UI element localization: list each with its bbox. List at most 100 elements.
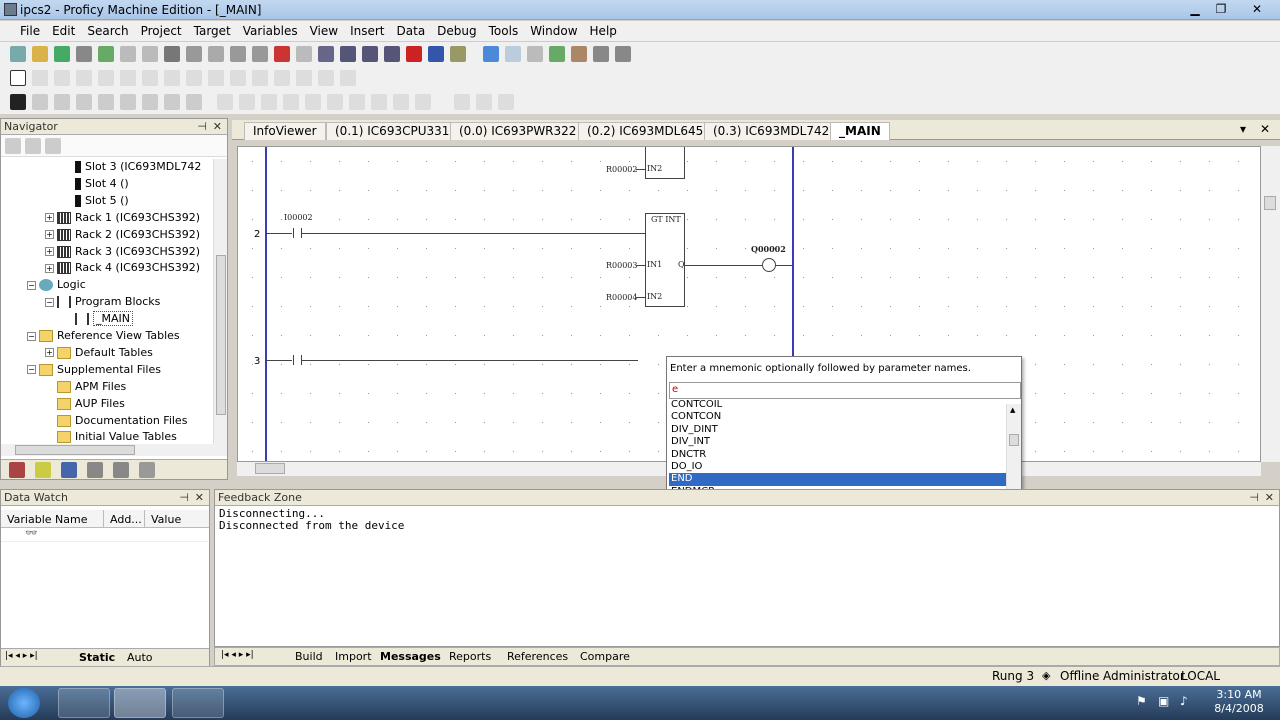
tab-mdl742[interactable]: (0.3) IC693MDL742 bbox=[704, 122, 839, 140]
menu-data[interactable]: Data bbox=[391, 21, 432, 38]
menu-debug[interactable]: Debug bbox=[431, 21, 482, 38]
navigator-vscroll[interactable] bbox=[213, 159, 227, 444]
pause-icon[interactable] bbox=[142, 94, 158, 110]
menu-tools[interactable]: Tools bbox=[483, 21, 525, 38]
layout-5-icon[interactable] bbox=[305, 94, 321, 110]
layout-3-icon[interactable] bbox=[261, 94, 277, 110]
menu-variables[interactable]: Variables bbox=[237, 21, 304, 38]
expand-toggle-icon[interactable]: + bbox=[45, 247, 54, 256]
home-icon[interactable] bbox=[571, 46, 587, 62]
redo-icon[interactable] bbox=[252, 46, 268, 62]
export-icon[interactable] bbox=[142, 46, 158, 62]
copy-icon[interactable] bbox=[186, 46, 202, 62]
tab-static[interactable]: Static bbox=[79, 651, 115, 664]
tree-item[interactable]: Initial Value Tables bbox=[57, 429, 177, 444]
tree-item[interactable]: + Rack 1 (IC693CHS392) bbox=[45, 210, 200, 226]
expand-toggle-icon[interactable]: − bbox=[27, 280, 36, 290]
mnemonic-option[interactable]: CONTCOIL bbox=[669, 399, 1006, 411]
layout-10-icon[interactable] bbox=[415, 94, 431, 110]
coil-icon[interactable] bbox=[76, 70, 92, 86]
in1-operand[interactable]: R00003 bbox=[606, 261, 637, 270]
col-value[interactable]: Value bbox=[144, 510, 181, 528]
tree-item[interactable]: Documentation Files bbox=[57, 413, 187, 429]
branch-icon[interactable] bbox=[318, 70, 334, 86]
tree-item[interactable]: + Default Tables bbox=[45, 345, 153, 361]
datawatch-icon[interactable] bbox=[428, 46, 444, 62]
data-watch-row[interactable]: 👓 bbox=[1, 528, 209, 542]
print-icon[interactable] bbox=[76, 46, 92, 62]
stop-plc-icon[interactable] bbox=[120, 94, 136, 110]
output-coil[interactable] bbox=[762, 258, 776, 272]
tree-item[interactable]: + Rack 4 (IC693CHS392) bbox=[45, 260, 200, 276]
find-icon[interactable] bbox=[296, 46, 312, 62]
navigator-icon[interactable] bbox=[318, 46, 334, 62]
app-icon[interactable] bbox=[4, 3, 17, 16]
layout-4-icon[interactable] bbox=[283, 94, 299, 110]
tree-item[interactable]: AUP Files bbox=[57, 396, 125, 412]
tab-import[interactable]: Import bbox=[335, 650, 372, 663]
menu-target[interactable]: Target bbox=[188, 21, 237, 38]
expand-toggle-icon[interactable]: + bbox=[45, 263, 54, 273]
app-taskbar-icon[interactable] bbox=[172, 688, 224, 718]
page-setup-icon[interactable] bbox=[615, 46, 631, 62]
navigator-close-icon[interactable]: ✕ bbox=[213, 120, 222, 133]
menu-file[interactable]: File bbox=[0, 21, 46, 38]
refresh-icon[interactable] bbox=[549, 46, 565, 62]
tab-reports[interactable]: Reports bbox=[449, 650, 491, 663]
start-button[interactable] bbox=[8, 688, 40, 718]
tab-auto[interactable]: Auto bbox=[127, 651, 153, 664]
tab-compare[interactable]: Compare bbox=[580, 650, 630, 663]
menu-window[interactable]: Window bbox=[524, 21, 583, 38]
tree-item[interactable]: APM Files bbox=[57, 379, 126, 395]
tree-item[interactable]: + Rack 3 (IC693CHS392) bbox=[45, 244, 200, 260]
toolchest-icon[interactable] bbox=[406, 46, 422, 62]
expand-toggle-icon[interactable]: − bbox=[27, 365, 36, 375]
back-icon[interactable] bbox=[483, 46, 499, 62]
function-block-icon[interactable] bbox=[252, 70, 268, 86]
negative-coil-icon[interactable] bbox=[186, 70, 202, 86]
delete-icon[interactable] bbox=[274, 46, 290, 62]
feedback-pin-icon[interactable]: ⊣ bbox=[1249, 491, 1259, 504]
horizontal-wire-icon[interactable] bbox=[296, 70, 312, 86]
tree-item[interactable]: + Rack 2 (IC693CHS392) bbox=[45, 227, 200, 243]
comment-icon[interactable] bbox=[340, 70, 356, 86]
mnemonic-input[interactable]: e bbox=[669, 382, 1021, 399]
layout-9-icon[interactable] bbox=[393, 94, 409, 110]
set-coil-icon[interactable] bbox=[120, 70, 136, 86]
first-icon[interactable] bbox=[54, 94, 70, 110]
tab-references[interactable]: References bbox=[507, 650, 568, 663]
scroll-up-icon[interactable]: ▲ bbox=[1010, 406, 1015, 414]
menu-insert[interactable]: Insert bbox=[344, 21, 390, 38]
project-tab-icon[interactable] bbox=[9, 462, 25, 478]
print-preview-icon[interactable] bbox=[593, 46, 609, 62]
tray-network-icon[interactable]: ▣ bbox=[1158, 694, 1169, 708]
cycle-icon[interactable] bbox=[164, 94, 180, 110]
minimize-icon[interactable]: ▁ bbox=[1182, 1, 1208, 18]
text-tool-icon[interactable] bbox=[454, 94, 470, 110]
tab-build[interactable]: Build bbox=[295, 650, 323, 663]
maximize-icon[interactable]: ❐ bbox=[1208, 1, 1234, 18]
tree-item[interactable]: − Logic bbox=[27, 277, 86, 293]
feedback-icon[interactable] bbox=[384, 46, 400, 62]
tray-clock[interactable]: 3:10 AM 8/4/2008 bbox=[1204, 688, 1274, 716]
variables-tab-icon[interactable] bbox=[113, 462, 129, 478]
data-watch-close-icon[interactable]: ✕ bbox=[195, 491, 204, 504]
navigator-hscroll[interactable] bbox=[1, 444, 227, 456]
undo-icon[interactable] bbox=[230, 46, 246, 62]
manager-tab-icon[interactable] bbox=[87, 462, 103, 478]
inspector-icon[interactable] bbox=[340, 46, 356, 62]
mnemonic-option[interactable]: DNCTR bbox=[669, 449, 1006, 461]
feedback-nav-icon[interactable]: |◂ ◂ ▸ ▸| bbox=[221, 650, 254, 660]
navigator-vscroll-thumb[interactable] bbox=[216, 255, 226, 415]
run-icon[interactable] bbox=[76, 94, 92, 110]
prev-in2-operand[interactable]: R00002 bbox=[606, 165, 637, 174]
mnemonic-option[interactable]: DIV_DINT bbox=[669, 424, 1006, 436]
cut-icon[interactable] bbox=[164, 46, 180, 62]
alert-icon[interactable] bbox=[186, 94, 202, 110]
menu-project[interactable]: Project bbox=[135, 21, 188, 38]
connect-icon[interactable] bbox=[10, 94, 26, 110]
menu-search[interactable]: Search bbox=[81, 21, 134, 38]
data-watch-pin-icon[interactable]: ⊣ bbox=[179, 491, 189, 504]
step-icon[interactable] bbox=[98, 94, 114, 110]
layout-7-icon[interactable] bbox=[349, 94, 365, 110]
